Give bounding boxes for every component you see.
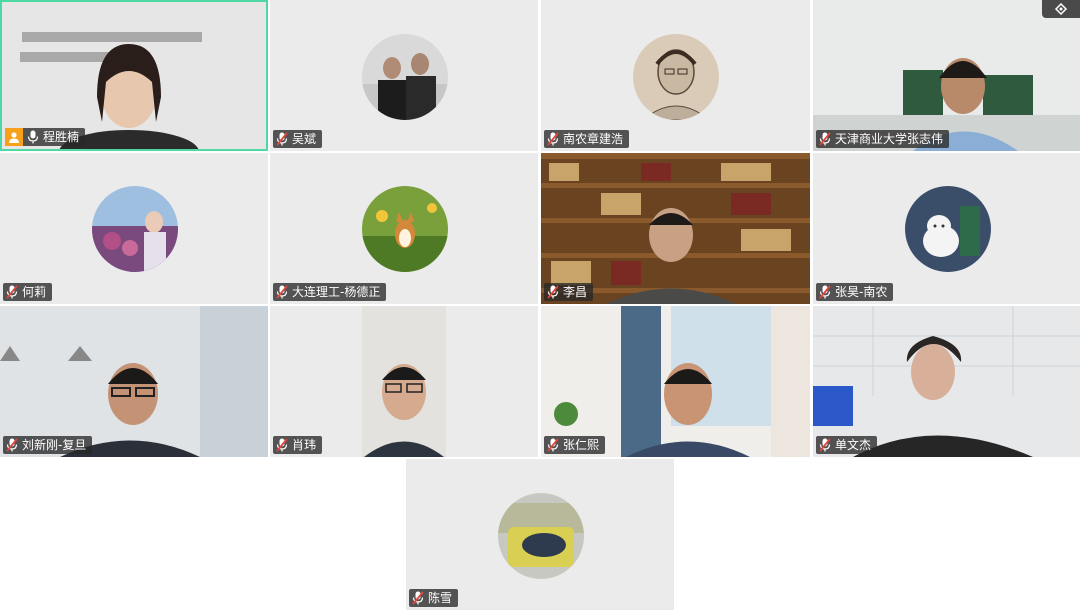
participant-tile-6[interactable]: 大连理工-杨德正: [270, 153, 538, 304]
name-tag: 刘新刚-复旦: [3, 436, 93, 454]
participant-tile-1[interactable]: 程胜楠: [0, 0, 268, 151]
name-tag: 单文杰: [816, 436, 878, 454]
microphone-muted-icon: [276, 285, 288, 299]
microphone-muted-icon: [819, 285, 831, 299]
microphone-muted-icon: [547, 438, 559, 452]
participant-name: 肖玮: [292, 438, 317, 452]
participant-tile-4[interactable]: 天津商业大学张志伟: [813, 0, 1080, 151]
microphone-muted-icon: [6, 285, 18, 299]
camera-video: [0, 306, 268, 457]
camera-video: [813, 306, 1080, 457]
participant-name: 刘新刚-复旦: [22, 438, 87, 452]
participant-tile-3[interactable]: 南农章建浩: [541, 0, 810, 151]
profile-avatar: [362, 186, 448, 272]
name-tag: 程胜楠: [5, 128, 86, 146]
participant-tile-10[interactable]: 肖玮: [270, 306, 538, 457]
profile-avatar: [362, 34, 448, 120]
profile-avatar: [633, 34, 719, 120]
name-tag: 何莉: [3, 283, 53, 301]
participant-name: 陈雪: [428, 591, 453, 605]
microphone-muted-icon: [6, 438, 18, 452]
participant-name: 单文杰: [835, 438, 872, 452]
microphone-muted-icon: [276, 132, 288, 146]
participant-name: 李昌: [563, 285, 588, 299]
participant-name: 吴斌: [292, 132, 317, 146]
name-tag: 吴斌: [273, 130, 323, 148]
name-tag: 李昌: [544, 283, 594, 301]
microphone-muted-icon: [819, 132, 831, 146]
participant-tile-2[interactable]: 吴斌: [270, 0, 538, 151]
participant-tile-9[interactable]: 刘新刚-复旦: [0, 306, 268, 457]
camera-video: [541, 153, 810, 304]
participant-tile-5[interactable]: 何莉: [0, 153, 268, 304]
participant-name: 天津商业大学张志伟: [835, 132, 944, 146]
microphone-muted-icon: [819, 438, 831, 452]
microphone-icon: [27, 130, 39, 144]
expand-icon: [1054, 3, 1068, 15]
name-tag: 陈雪: [409, 589, 459, 607]
camera-video: [541, 306, 810, 457]
participant-tile-11[interactable]: 张仁熙: [541, 306, 810, 457]
name-tag: 天津商业大学张志伟: [816, 130, 950, 148]
microphone-muted-icon: [547, 285, 559, 299]
camera-video: [362, 306, 446, 457]
more-options-button[interactable]: [1042, 0, 1080, 18]
participant-name: 南农章建浩: [563, 132, 624, 146]
profile-avatar: [92, 186, 178, 272]
participant-name: 大连理工-杨德正: [292, 285, 381, 299]
camera-video: [2, 2, 266, 149]
name-tag: 肖玮: [273, 436, 323, 454]
user-icon: [5, 128, 23, 146]
name-tag: 张仁熙: [544, 436, 606, 454]
microphone-muted-icon: [276, 438, 288, 452]
participant-tile-13[interactable]: 陈雪: [406, 459, 674, 610]
participant-tile-7[interactable]: 李昌: [541, 153, 810, 304]
participant-name: 何莉: [22, 285, 47, 299]
camera-video: [813, 0, 1080, 151]
participant-name: 张昊-南农: [835, 285, 888, 299]
participant-name: 张仁熙: [563, 438, 600, 452]
microphone-muted-icon: [547, 132, 559, 146]
participant-tile-12[interactable]: 单文杰: [813, 306, 1080, 457]
profile-avatar: [498, 493, 584, 579]
participant-tile-8[interactable]: 张昊-南农: [813, 153, 1080, 304]
name-tag: 张昊-南农: [816, 283, 894, 301]
name-tag: 南农章建浩: [544, 130, 630, 148]
profile-avatar: [905, 186, 991, 272]
microphone-muted-icon: [412, 591, 424, 605]
name-tag: 大连理工-杨德正: [273, 283, 387, 301]
participant-name: 程胜楠: [43, 130, 80, 144]
